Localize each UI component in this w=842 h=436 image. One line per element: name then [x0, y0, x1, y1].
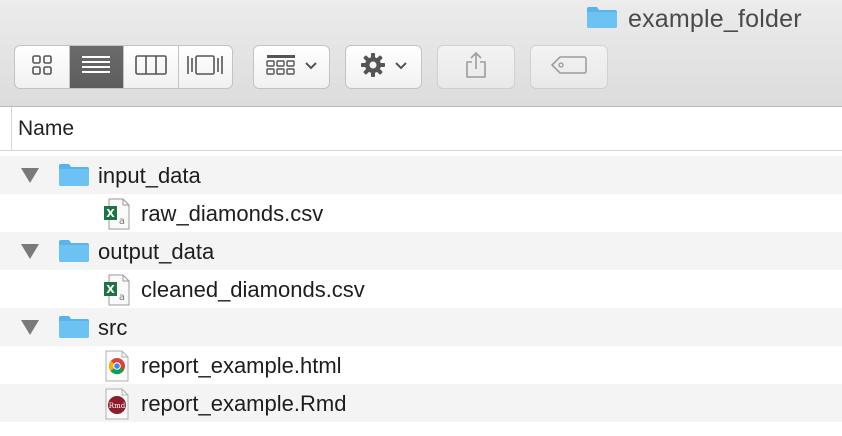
column-divider — [0, 107, 12, 151]
gallery-view-button[interactable] — [179, 46, 233, 88]
item-label: cleaned_diamonds.csv — [141, 277, 365, 302]
excel-csv-icon: a X — [103, 274, 131, 311]
share-icon — [465, 51, 487, 84]
disclosure-triangle-icon[interactable] — [21, 168, 39, 183]
tag-icon — [550, 55, 587, 80]
svg-text:a: a — [119, 292, 125, 303]
tags-button[interactable] — [530, 45, 608, 89]
item-label: input_data — [98, 163, 201, 188]
folder-icon — [58, 160, 90, 193]
folder-icon — [58, 236, 90, 269]
item-label: src — [98, 315, 128, 340]
rmd-icon: Rmd — [103, 388, 131, 425]
columns-icon — [134, 54, 167, 81]
disclosure-triangle-icon[interactable] — [21, 320, 39, 335]
folder-icon — [58, 312, 90, 345]
toolbar-area: example_folder — [0, 0, 842, 107]
list-view-button[interactable] — [69, 46, 124, 88]
view-mode-control — [14, 45, 233, 89]
svg-text:X: X — [106, 283, 115, 296]
column-view-button[interactable] — [124, 46, 179, 88]
chevron-down-icon — [394, 58, 408, 76]
list-item[interactable]: output_data — [0, 232, 842, 270]
svg-text:Rmd: Rmd — [109, 402, 126, 410]
disclosure-triangle-icon[interactable] — [21, 244, 39, 259]
action-button[interactable] — [345, 45, 422, 89]
chrome-html-icon — [103, 350, 131, 387]
item-label: report_example.html — [141, 353, 342, 378]
folder-icon — [586, 5, 618, 34]
item-label: output_data — [98, 239, 215, 264]
window-title-text: example_folder — [628, 4, 802, 33]
arrange-button[interactable] — [253, 45, 330, 89]
item-label: raw_diamonds.csv — [141, 201, 324, 226]
list-item[interactable]: a X cleaned_diamonds.csv — [0, 270, 842, 308]
svg-text:a: a — [119, 216, 125, 227]
list-item[interactable]: src — [0, 308, 842, 346]
excel-csv-icon: a X — [103, 198, 131, 235]
item-label: report_example.Rmd — [141, 391, 347, 416]
list-icon — [81, 54, 111, 81]
gear-icon — [360, 52, 386, 83]
list-item[interactable]: Rmd report_example.Rmd — [0, 384, 842, 422]
icon-view-button[interactable] — [15, 46, 70, 88]
column-header: Name — [0, 107, 842, 151]
list-item[interactable]: a X raw_diamonds.csv — [0, 194, 842, 232]
gallery-icon — [186, 54, 224, 81]
arrange-grid-icon — [265, 53, 296, 82]
share-button[interactable] — [437, 45, 515, 89]
grid-icon — [31, 54, 53, 81]
svg-text:X: X — [106, 207, 115, 220]
chevron-down-icon — [304, 58, 318, 76]
list-item[interactable]: report_example.html — [0, 346, 842, 384]
window-title: example_folder — [586, 4, 802, 34]
list-item[interactable]: input_data — [0, 156, 842, 194]
name-column-header[interactable]: Name — [18, 117, 74, 141]
